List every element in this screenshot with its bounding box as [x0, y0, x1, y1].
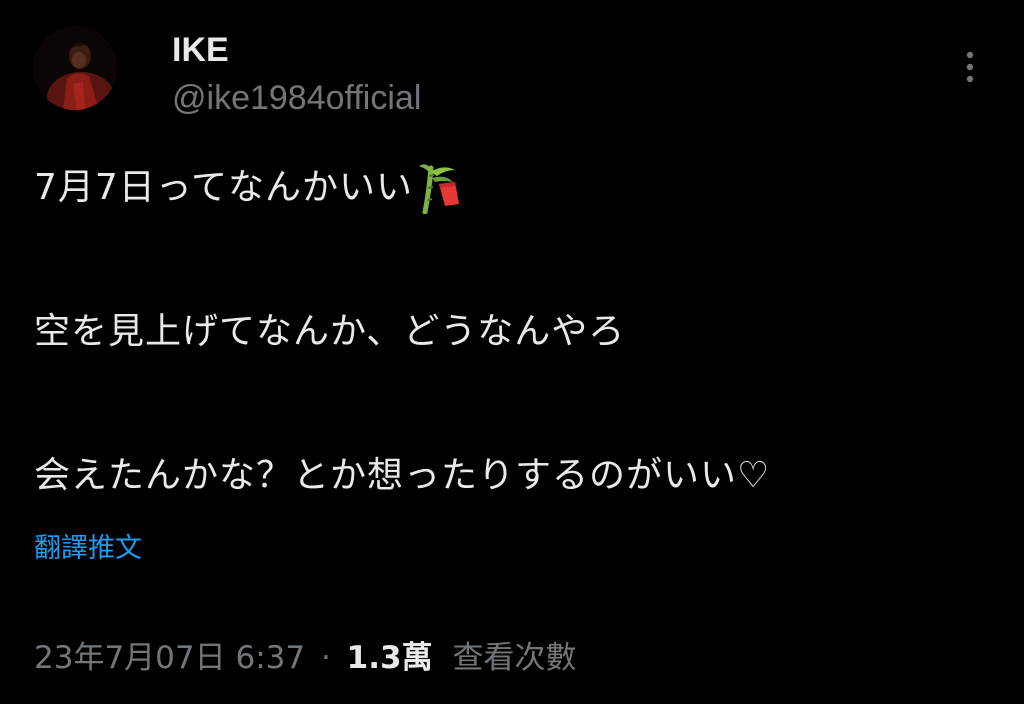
avatar[interactable] [33, 26, 117, 110]
tweet-text: 7月7日ってなんかいい 空を見上げてなんか、どうなんやろ 会えたんかな？とか想っ… [34, 162, 994, 502]
avatar-image [33, 26, 117, 110]
views-count: 1.3萬 [346, 640, 433, 676]
tweet-line-1-text: 7月7日ってなんかいい [34, 167, 414, 208]
tweet-line-3: 会えたんかな？とか想ったりするのがいい♡ [34, 455, 771, 496]
tweet-meta: 23年7月07日 6:37 · 1.3萬 查看次數 [34, 636, 576, 680]
views-label: 查看次數 [452, 640, 577, 676]
author-display-name[interactable]: IKE [172, 30, 229, 70]
tanabata-tree-icon [415, 162, 467, 215]
author-handle[interactable]: @ike1984official [172, 76, 421, 120]
tweet-line-2: 空を見上げてなんか、どうなんやろ [34, 311, 626, 352]
more-vertical-icon [966, 51, 974, 83]
meta-separator: · [320, 640, 331, 676]
more-options-button[interactable] [950, 44, 990, 90]
translate-tweet-link[interactable]: 翻譯推文 [34, 530, 142, 568]
tweet-timestamp[interactable]: 23年7月07日 6:37 [34, 640, 305, 676]
tweet-line-1: 7月7日ってなんかいい [34, 162, 994, 215]
